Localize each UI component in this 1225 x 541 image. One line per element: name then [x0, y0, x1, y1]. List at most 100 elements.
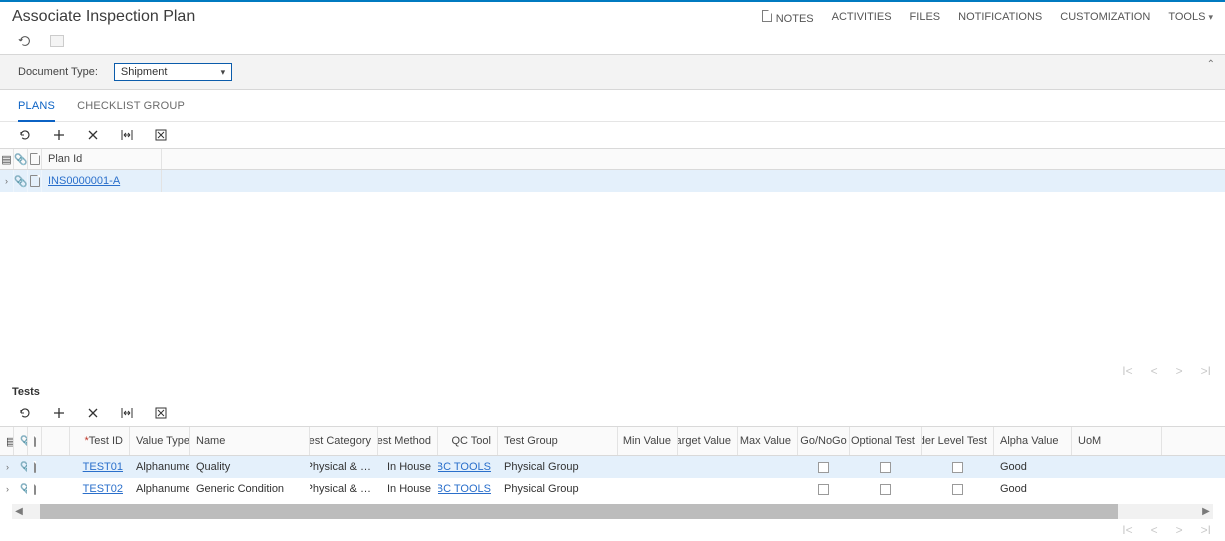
horizontal-scrollbar[interactable]: ◀ ▶ [12, 504, 1213, 519]
notes-link[interactable]: NOTES [762, 10, 814, 25]
last-page-icon[interactable]: >I [1201, 364, 1211, 378]
go-nogo-cell [798, 484, 850, 495]
row-doc[interactable] [28, 483, 42, 495]
next-page-icon[interactable]: > [1176, 364, 1183, 378]
optional-checkbox[interactable] [880, 484, 891, 495]
col-test-method[interactable]: Test Method [378, 427, 438, 455]
tools-label: TOOLS [1168, 11, 1205, 23]
export-button[interactable] [154, 406, 168, 420]
category-cell: Physical & … [310, 461, 378, 473]
delete-button[interactable] [86, 406, 100, 420]
scroll-right-icon[interactable]: ▶ [1199, 506, 1213, 517]
document-icon [34, 483, 36, 495]
caret-down-icon: ▾ [1208, 12, 1213, 22]
row-expand[interactable]: › [0, 170, 14, 192]
col-order-level-test[interactable]: Order Level Test [922, 427, 994, 455]
collapse-icon[interactable]: ⌃ [1207, 59, 1215, 70]
notifications-link[interactable]: NOTIFICATIONS [958, 11, 1042, 23]
row-attach[interactable]: 🔗 [14, 483, 28, 496]
col-alpha-value[interactable]: Alpha Value [994, 427, 1072, 455]
activities-link[interactable]: ACTIVITIES [832, 11, 892, 23]
row-expand[interactable]: › [0, 484, 14, 494]
col-doc[interactable] [28, 427, 42, 455]
plans-empty-area [0, 192, 1225, 360]
scrollbar-thumb[interactable] [40, 504, 1118, 519]
main-toolbar [0, 30, 1225, 54]
row-attach[interactable]: 🔗 [14, 461, 28, 474]
method-cell: In House [378, 461, 438, 473]
tools-menu[interactable]: TOOLS ▾ [1168, 11, 1213, 23]
alpha-cell: Good [994, 461, 1072, 473]
plan-row[interactable]: › 🔗 INS0000001-A [0, 170, 1225, 192]
plan-id-cell: INS0000001-A [42, 170, 162, 192]
row-attach[interactable]: 🔗 [14, 170, 28, 192]
col-test-group[interactable]: Test Group [498, 427, 618, 455]
delete-button[interactable] [86, 128, 100, 142]
test-row[interactable]: ›🔗TEST02AlphanumericGeneric ConditionPhy… [0, 478, 1225, 500]
prev-page-icon[interactable]: < [1151, 523, 1158, 537]
col-attach[interactable]: 🔗 [14, 427, 28, 455]
test-row[interactable]: ›🔗TEST01AlphanumericQualityPhysical & …I… [0, 456, 1225, 478]
row-doc[interactable] [28, 461, 42, 473]
col-go-nogo[interactable]: Go/NoGo [798, 427, 850, 455]
category-cell: Physical & … [310, 483, 378, 495]
col-value-type[interactable]: Value Type [130, 427, 190, 455]
save-icon [50, 35, 64, 47]
customization-link[interactable]: CUSTOMIZATION [1060, 11, 1150, 23]
fit-columns-button[interactable] [120, 406, 134, 420]
qc-tool-cell: ABC TOOLS [438, 461, 498, 473]
col-attach[interactable]: 🔗 [14, 149, 28, 169]
test-id-link[interactable]: TEST01 [83, 461, 123, 473]
row-expand[interactable]: › [0, 462, 14, 472]
undo-button[interactable] [18, 34, 32, 48]
tab-bar: PLANS CHECKLIST GROUP [0, 90, 1225, 122]
first-page-icon[interactable]: I< [1122, 364, 1132, 378]
scroll-left-icon[interactable]: ◀ [12, 506, 26, 517]
fit-columns-button[interactable] [120, 128, 134, 142]
page-title: Associate Inspection Plan [12, 8, 762, 26]
col-name[interactable]: Name [190, 427, 310, 455]
tests-pager: I< < > >I [0, 519, 1225, 541]
row-doc[interactable] [28, 170, 42, 192]
add-button[interactable] [52, 128, 66, 142]
col-test-id[interactable]: Test ID [70, 427, 130, 455]
optional-checkbox[interactable] [880, 462, 891, 473]
col-test-category[interactable]: Test Category [310, 427, 378, 455]
col-expand[interactable]: ▤ [0, 149, 14, 169]
col-optional-test[interactable]: Optional Test [850, 427, 922, 455]
col-doc[interactable] [28, 149, 42, 169]
go-nogo-checkbox[interactable] [818, 462, 829, 473]
qc-tool-link[interactable]: ABC TOOLS [438, 461, 491, 473]
plan-id-link[interactable]: INS0000001-A [48, 175, 120, 187]
col-target-value[interactable]: Target Value [678, 427, 738, 455]
order-level-checkbox[interactable] [952, 462, 963, 473]
go-nogo-checkbox[interactable] [818, 484, 829, 495]
col-uom[interactable]: UoM [1072, 427, 1162, 455]
col-max-value[interactable]: Max Value [738, 427, 798, 455]
save-button[interactable] [50, 34, 64, 48]
col-qc-tool[interactable]: QC Tool [438, 427, 498, 455]
prev-page-icon[interactable]: < [1151, 364, 1158, 378]
col-expand[interactable]: ▤ [0, 427, 14, 455]
paperclip-icon: 🔗 [20, 461, 28, 474]
tab-checklist[interactable]: CHECKLIST GROUP [77, 98, 185, 121]
qc-tool-link[interactable]: ABC TOOLS [438, 483, 491, 495]
files-link[interactable]: FILES [910, 11, 941, 23]
col-min-value[interactable]: Min Value [618, 427, 678, 455]
export-button[interactable] [154, 128, 168, 142]
document-icon [34, 435, 36, 447]
order-level-checkbox[interactable] [952, 484, 963, 495]
refresh-button[interactable] [18, 128, 32, 142]
doc-type-select[interactable]: Shipment ▾ [114, 63, 232, 81]
col-plan-id[interactable]: Plan Id [42, 149, 162, 169]
tab-plans[interactable]: PLANS [18, 98, 55, 122]
first-page-icon[interactable]: I< [1122, 523, 1132, 537]
paperclip-icon: 🔗 [14, 153, 28, 166]
value-type-cell: Alphanumeric [130, 483, 190, 495]
add-button[interactable] [52, 406, 66, 420]
next-page-icon[interactable]: > [1176, 523, 1183, 537]
optional-cell [850, 462, 922, 473]
last-page-icon[interactable]: >I [1201, 523, 1211, 537]
refresh-button[interactable] [18, 406, 32, 420]
test-id-link[interactable]: TEST02 [83, 483, 123, 495]
